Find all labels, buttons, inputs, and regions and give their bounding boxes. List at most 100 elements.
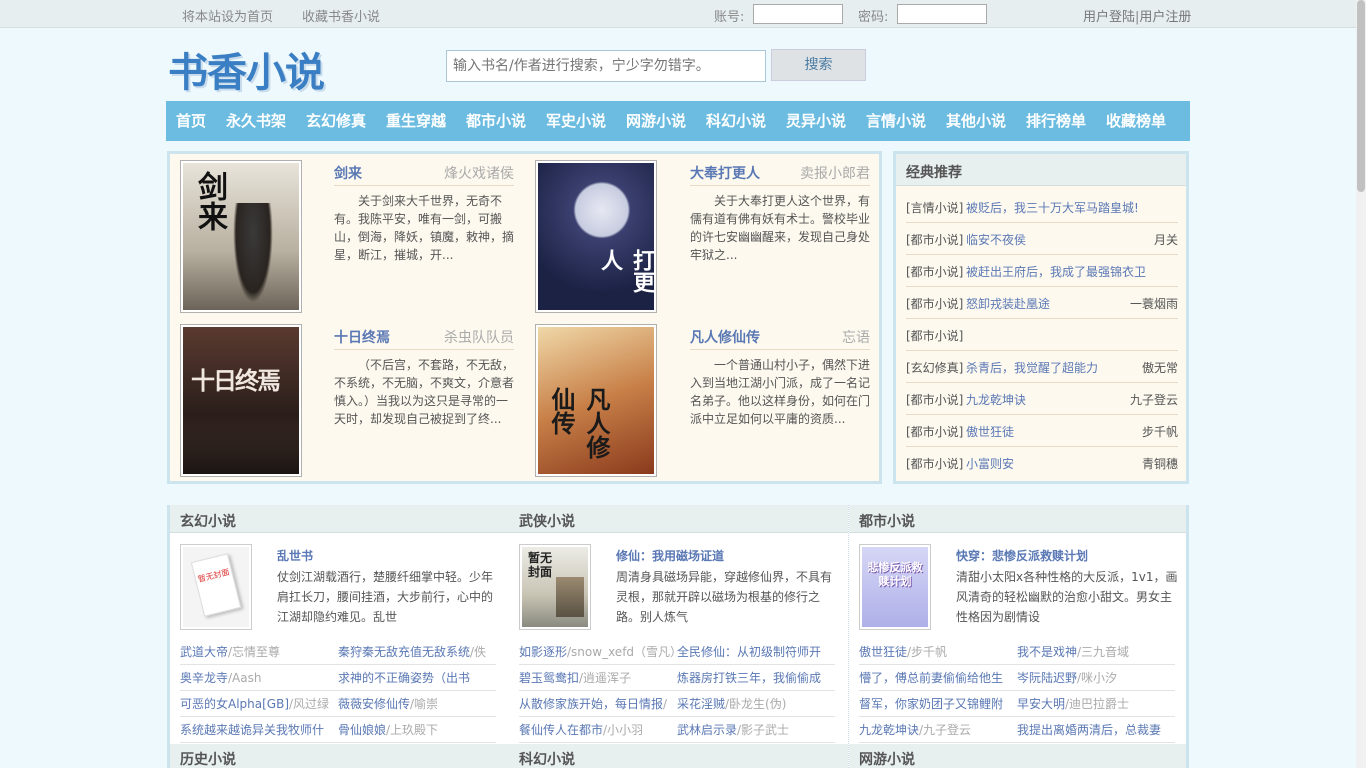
nav-wangyou[interactable]: 网游小说	[626, 101, 686, 141]
book-link[interactable]: 小富则安	[966, 455, 1014, 472]
book-link[interactable]: 早安大明	[1017, 697, 1065, 711]
nav-yanqing[interactable]: 言情小说	[866, 101, 926, 141]
list-item[interactable]: 系统越来越诡异关我牧师什	[180, 717, 338, 743]
list-item[interactable]: 可恶的女Alpha[GB]/风过绿	[180, 691, 338, 717]
book-title[interactable]: 凡人修仙传	[690, 327, 760, 347]
list-item[interactable]: 傲世狂徒/步千帆	[859, 639, 1017, 665]
book-link[interactable]: 采花淫贼	[677, 697, 725, 711]
book-title[interactable]: 乱世书	[277, 547, 313, 564]
book-link[interactable]: 求神的不正确姿势（出书	[338, 671, 470, 685]
book-link[interactable]: 秦狩秦无敌充值无敌系统	[338, 645, 470, 659]
list-item[interactable]: 骨仙娘娘/上玖殿下	[338, 717, 496, 743]
password-input[interactable]	[897, 4, 987, 24]
nav-favorites-ranking[interactable]: 收藏榜单	[1106, 101, 1166, 141]
book-link[interactable]: 傲世狂徒	[966, 423, 1014, 440]
book-author: /snow_xefd（雪凡）	[567, 645, 677, 659]
book-link[interactable]: 奥辛龙寺	[180, 671, 228, 685]
site-logo[interactable]: 书香小说	[168, 40, 325, 98]
list-item[interactable]: 如影逐形/snow_xefd（雪凡）	[519, 639, 677, 665]
book-link[interactable]: 骨仙娘娘	[338, 723, 386, 737]
list-item[interactable]: 武道大帝/忘情至尊	[180, 639, 338, 665]
book-cover[interactable]: 暂无封面	[519, 544, 591, 630]
book-cover[interactable]: 悲惨反派救赎计划	[859, 544, 931, 630]
bookmark-site-link[interactable]: 收藏书香小说	[302, 6, 380, 25]
book-link[interactable]: 餐仙传人在都市	[519, 723, 603, 737]
book-cover[interactable]: 暂无封面	[180, 544, 252, 630]
book-link[interactable]: 怒卸戎装赴凰途	[966, 295, 1050, 312]
book-cover[interactable]: 剑来	[180, 160, 302, 313]
list-item[interactable]: 早安大明/迪巴拉爵士	[1017, 691, 1175, 717]
book-link[interactable]: 杀青后，我觉醒了超能力	[966, 359, 1098, 376]
book-link[interactable]: 九龙乾坤诀	[966, 391, 1026, 408]
list-item[interactable]: 我不是戏神/三九音域	[1017, 639, 1175, 665]
book-link[interactable]: 督军，你家奶团子又锦鲤附	[859, 697, 1003, 711]
list-item: [玄幻修真] 杀青后，我觉醒了超能力 傲无常	[906, 351, 1178, 383]
set-homepage-link[interactable]: 将本站设为首页	[182, 6, 273, 25]
nav-home[interactable]: 首页	[176, 101, 206, 141]
list-item[interactable]: 求神的不正确姿势（出书	[338, 665, 496, 691]
list-item[interactable]: 碧玉鸳鸯扣/逍遥浑子	[519, 665, 677, 691]
scrollbar-thumb[interactable]	[1357, 0, 1365, 192]
list-item[interactable]: 餐仙传人在都市/小小羽	[519, 717, 677, 743]
nav-bookshelf[interactable]: 永久书架	[226, 101, 286, 141]
nav-lingyi[interactable]: 灵异小说	[786, 101, 846, 141]
book-link[interactable]: 我不是戏神	[1017, 645, 1077, 659]
book-author: /上玖殿下	[386, 723, 439, 737]
book-link[interactable]: 从散修家族开始，每日情报	[519, 697, 663, 711]
list-item[interactable]: 岑阮陆迟野/咪小汐	[1017, 665, 1175, 691]
book-cover[interactable]: 十日终焉	[180, 324, 302, 477]
book-link[interactable]: 岑阮陆迟野	[1017, 671, 1077, 685]
book-link[interactable]: 系统越来越诡异关我牧师什	[180, 723, 324, 737]
book-cover[interactable]: 打更人	[535, 160, 657, 313]
book-cover[interactable]: 凡人修仙传	[535, 324, 657, 477]
book-link[interactable]: 被贬后，我三十万大军马踏皇城!	[966, 199, 1139, 216]
book-link[interactable]: 武道大帝	[180, 645, 228, 659]
book-link[interactable]: 可恶的女Alpha[GB]	[180, 697, 289, 711]
figure-illustration	[233, 203, 273, 303]
register-link[interactable]: 用户注册	[1139, 10, 1191, 25]
book-title[interactable]: 大奉打更人	[690, 163, 760, 183]
book-link[interactable]: 武林启示录	[677, 723, 737, 737]
book-link[interactable]: 被赶出王府后，我成了最强锦衣卫	[966, 263, 1146, 280]
list-item[interactable]: 我提出离婚两清后，总裁妻	[1017, 717, 1175, 743]
nav-dushi[interactable]: 都市小说	[466, 101, 526, 141]
scrollbar[interactable]	[1356, 0, 1366, 768]
list-item[interactable]: 九龙乾坤诀/九子登云	[859, 717, 1017, 743]
list-item[interactable]: 懵了，傅总前妻偷偷给他生	[859, 665, 1017, 691]
list-item[interactable]: 炼器房打铁三年，我偷偷成	[677, 665, 835, 691]
book-link[interactable]: 临安不夜侯	[966, 231, 1026, 248]
nav-kehuan[interactable]: 科幻小说	[706, 101, 766, 141]
account-input[interactable]	[753, 4, 843, 24]
book-link[interactable]: 懵了，傅总前妻偷偷给他生	[859, 671, 1003, 685]
book-title[interactable]: 十日终焉	[334, 327, 390, 347]
nav-xuanhuan[interactable]: 玄幻修真	[306, 101, 366, 141]
list-item[interactable]: 武林启示录/影子武士	[677, 717, 835, 743]
list-item[interactable]: 全民修仙：从初级制符师开	[677, 639, 835, 665]
list-item[interactable]: 从散修家族开始，每日情报/	[519, 691, 677, 717]
book-title[interactable]: 快穿：悲惨反派救赎计划	[956, 547, 1088, 564]
list-item[interactable]: 秦狩秦无敌充值无敌系统/佚	[338, 639, 496, 665]
book-link[interactable]: 薇薇安修仙传	[338, 697, 410, 711]
next-panel-title: 科幻小说	[519, 752, 575, 768]
nav-ranking[interactable]: 排行榜单	[1026, 101, 1086, 141]
cover-shade	[183, 426, 299, 474]
list-item[interactable]: 督军，你家奶团子又锦鲤附	[859, 691, 1017, 717]
search-input[interactable]	[446, 50, 766, 82]
search-button[interactable]: 搜索	[771, 49, 866, 81]
book-link[interactable]: 全民修仙：从初级制符师开	[677, 645, 821, 659]
book-title[interactable]: 剑来	[334, 163, 362, 183]
list-item[interactable]: 薇薇安修仙传/喻崇	[338, 691, 496, 717]
book-title[interactable]: 修仙：我用磁场证道	[616, 547, 724, 564]
nav-qita[interactable]: 其他小说	[946, 101, 1006, 141]
book-link[interactable]: 如影逐形	[519, 645, 567, 659]
list-item[interactable]: 奥辛龙寺/Aash	[180, 665, 338, 691]
nav-junshi[interactable]: 军史小说	[546, 101, 606, 141]
book-link[interactable]: 我提出离婚两清后，总裁妻	[1017, 723, 1161, 737]
book-link[interactable]: 九龙乾坤诀	[859, 723, 919, 737]
nav-chongsheng[interactable]: 重生穿越	[386, 101, 446, 141]
list-item[interactable]: 采花淫贼/卧龙生(伪)	[677, 691, 835, 717]
book-link[interactable]: 炼器房打铁三年，我偷偷成	[677, 671, 821, 685]
book-link[interactable]: 碧玉鸳鸯扣	[519, 671, 579, 685]
login-link[interactable]: 用户登陆	[1083, 10, 1135, 25]
book-link[interactable]: 傲世狂徒	[859, 645, 907, 659]
